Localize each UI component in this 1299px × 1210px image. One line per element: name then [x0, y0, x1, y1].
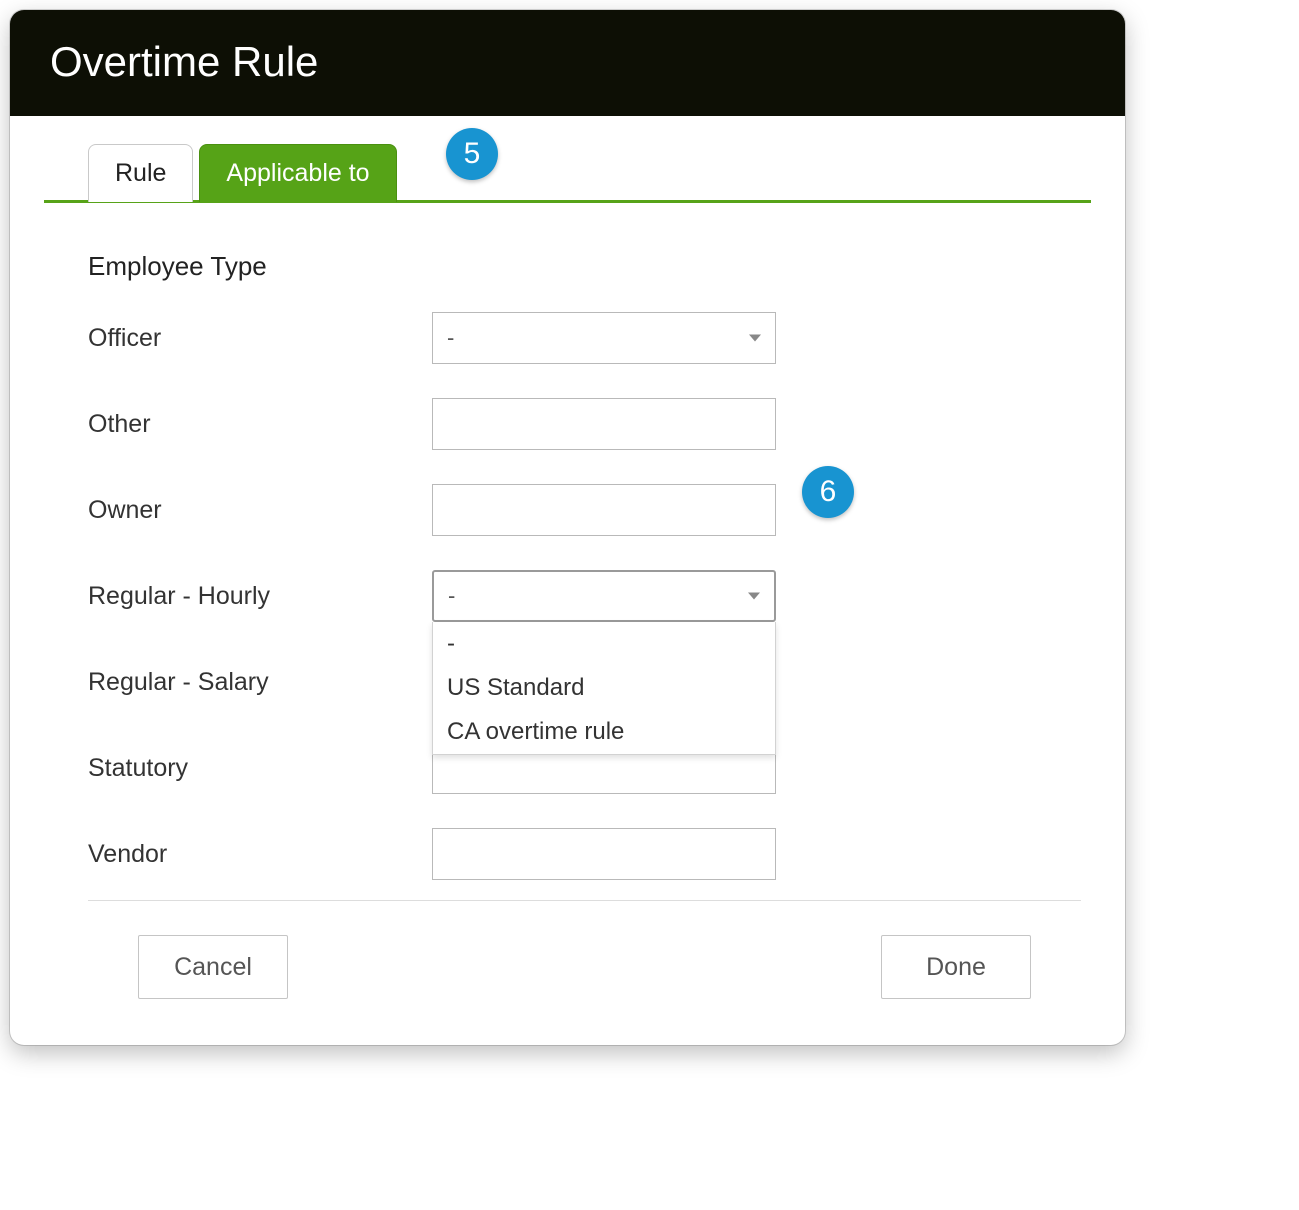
label-regular-salary: Regular - Salary [88, 668, 432, 697]
callout-badge-5: 5 [446, 128, 498, 180]
label-regular-hourly: Regular - Hourly [88, 582, 432, 611]
cancel-button[interactable]: Cancel [138, 935, 288, 999]
label-vendor: Vendor [88, 840, 432, 869]
label-statutory: Statutory [88, 754, 432, 783]
dialog-body: Rule Applicable to 5 6 Employee Type Off… [10, 116, 1125, 1045]
row-owner: Owner [88, 484, 1081, 536]
tabs-row: Rule Applicable to 5 [44, 142, 1091, 203]
section-heading-employee-type: Employee Type [88, 251, 1081, 282]
input-other[interactable] [432, 398, 776, 450]
dialog-footer: Cancel Done [88, 935, 1081, 999]
tab-applicable-to[interactable]: Applicable to [199, 144, 396, 202]
label-other: Other [88, 410, 432, 439]
form-area: 6 Employee Type Officer - Other Owner [44, 203, 1091, 1009]
label-officer: Officer [88, 324, 432, 353]
tab-rule[interactable]: Rule [88, 144, 193, 202]
select-officer[interactable]: - [432, 312, 776, 364]
dropdown-option-ca-overtime[interactable]: CA overtime rule [433, 710, 775, 754]
label-owner: Owner [88, 496, 432, 525]
select-officer-value: - [447, 325, 454, 351]
callout-badge-6: 6 [802, 466, 854, 518]
chevron-down-icon [748, 593, 760, 600]
row-other: Other [88, 398, 1081, 450]
dropdown-option-us-standard[interactable]: US Standard [433, 666, 775, 710]
dialog-title: Overtime Rule [50, 38, 1085, 86]
divider [88, 900, 1081, 901]
chevron-down-icon [749, 335, 761, 342]
select-regular-hourly-value: - [448, 583, 455, 609]
input-vendor[interactable] [432, 828, 776, 880]
row-vendor: Vendor [88, 828, 1081, 880]
overtime-rule-dialog: Overtime Rule Rule Applicable to 5 6 Emp… [10, 10, 1125, 1045]
row-officer: Officer - [88, 312, 1081, 364]
row-regular-hourly: Regular - Hourly - - US Standard CA over… [88, 570, 1081, 622]
dialog-header: Overtime Rule [10, 10, 1125, 116]
dropdown-regular-hourly: - US Standard CA overtime rule [432, 622, 776, 755]
input-owner[interactable] [432, 484, 776, 536]
done-button[interactable]: Done [881, 935, 1031, 999]
select-regular-hourly[interactable]: - [432, 570, 776, 622]
dropdown-option-blank[interactable]: - [433, 622, 775, 666]
